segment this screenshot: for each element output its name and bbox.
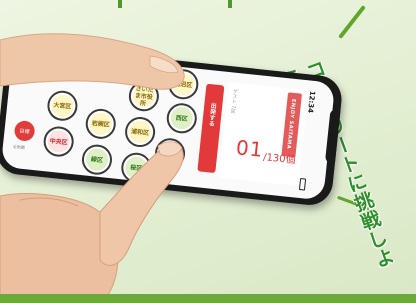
status-time: 12:34 [306,90,317,114]
ward-label: 中央区 [46,129,71,154]
ward-button[interactable]: 岩槻区 [84,107,118,141]
ward-label: 岩槻区 [88,111,113,136]
ward-button[interactable]: 西区 [165,101,199,135]
ward-label: 見沼区 [171,72,196,97]
ward-button[interactable]: さいたま市役所 [127,79,161,113]
bottom-band [0,294,416,303]
decoration-stem [118,0,122,8]
finger-knuckle [19,197,79,207]
progress-card: ゲスト 7区 ENJOY SAITAMA 01 /130個 [218,82,309,186]
start-button-label: 出発する [207,102,217,127]
ward-label: 南区 [157,141,183,166]
ward-label: 浦和区 [128,119,153,145]
goal-caption: 全制覇 [12,143,26,151]
ward-label: 西区 [169,106,194,131]
ward-label: 桜区 [124,155,149,180]
ward-label: 大宮区 [50,93,75,118]
ward-label: 緑区 [84,147,110,172]
collected-count: 01 [234,135,265,162]
decoration-stem [228,0,232,8]
scene: コンプリートに挑戦しよう! 目標 全制覇 中央区 大宮区 岩槻区 さいたま市役所… [0,0,416,303]
ward-label: さいたま市役所 [131,84,156,109]
ward-button[interactable]: 南区 [153,136,187,170]
event-banner: ENJOY SAITAMA [281,92,302,158]
decoration-slash [338,5,366,39]
event-banner-text: ENJOY SAITAMA [285,98,297,150]
ward-button[interactable]: 見沼区 [166,67,200,101]
ward-button[interactable]: 緑区 [80,143,114,177]
ward-button[interactable]: 浦和区 [123,115,157,149]
palm [0,193,119,303]
goal-badge[interactable]: 目標 [13,119,36,142]
battery-icon [298,178,307,191]
collected-total: /130個 [262,152,296,167]
ward-button[interactable]: 大宮区 [45,89,79,123]
progress-meta: ゲスト 7区 [229,88,239,114]
ward-button[interactable]: 中央区 [42,125,76,159]
ward-button[interactable]: 桜区 [119,151,153,185]
